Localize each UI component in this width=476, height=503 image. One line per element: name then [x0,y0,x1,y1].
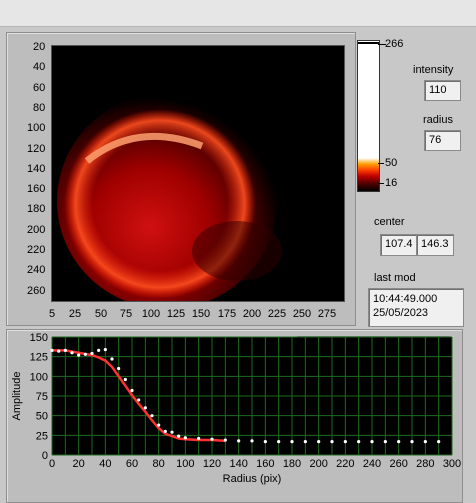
window-top-bar [0,0,476,27]
image-y-tick: 20 [33,41,46,53]
shadow-region [192,221,282,281]
center-label: center [374,216,405,228]
image-y-tick: 180 [27,203,46,216]
image-y-tick: 60 [33,81,46,94]
image-x-tick: 125 [166,308,186,320]
image-y-tick: 140 [27,162,46,175]
cb-tick-mid [378,163,384,164]
last-mod-label: last mod [374,272,416,284]
image-y-tick: 240 [27,264,46,277]
colorbar-gradient [358,41,379,191]
image-x-tick: 75 [119,308,133,320]
intensity-label: intensity [413,64,454,76]
image-y-tick: 120 [27,142,46,155]
image-x-tick: 250 [292,308,312,320]
colorbar[interactable] [357,40,380,192]
image-x-tick: 100 [141,308,161,320]
image-x-tick: 5 [48,308,56,320]
last-mod-date: 25/05/2023 [373,307,429,319]
image-y-tick: 220 [27,244,46,256]
legend-fit-swatch[interactable] [418,339,448,357]
radius-label: radius [423,114,453,126]
colorbar-max-label: 266 [385,38,404,50]
legend-data-swatch[interactable] [350,339,377,357]
image-x-tick: 50 [94,308,108,320]
colorbar-mid-label: 50 [385,157,398,169]
intensity-image[interactable] [51,45,345,302]
last-mod-time: 10:44:49.000 [373,293,438,305]
legend-fit-label: Fit [384,341,397,353]
plot-legend[interactable]: Data Fit [297,336,450,360]
image-y-tick: 200 [27,223,46,236]
image-x-tick: 200 [242,308,262,320]
image-y-tick: 80 [33,101,46,114]
last-mod-indicator[interactable]: 10:44:49.000 25/05/2023 [368,288,464,327]
image-y-tick: 260 [27,284,46,297]
image-y-tick: 160 [27,183,46,196]
intensity-image-svg [52,46,344,301]
image-x-tick: 150 [191,308,211,320]
image-x-tick: 25 [68,308,82,320]
image-y-tick: 100 [27,122,46,135]
legend-data-icon [354,343,372,353]
intensity-indicator[interactable]: 110 [424,80,461,101]
center-x-indicator[interactable]: 107.4 [380,234,418,256]
image-x-tick: 275 [317,308,337,320]
radius-indicator[interactable]: 76 [424,130,461,151]
legend-fit-icon [421,342,445,354]
legend-data-label: Data [313,341,337,353]
image-y-tick: 40 [33,61,46,74]
image-x-tick: 225 [267,308,287,320]
center-y-indicator[interactable]: 146.3 [416,234,454,256]
image-x-tick: 175 [217,308,237,320]
cb-tick-min [378,183,384,184]
colorbar-min-label: 16 [385,177,398,189]
